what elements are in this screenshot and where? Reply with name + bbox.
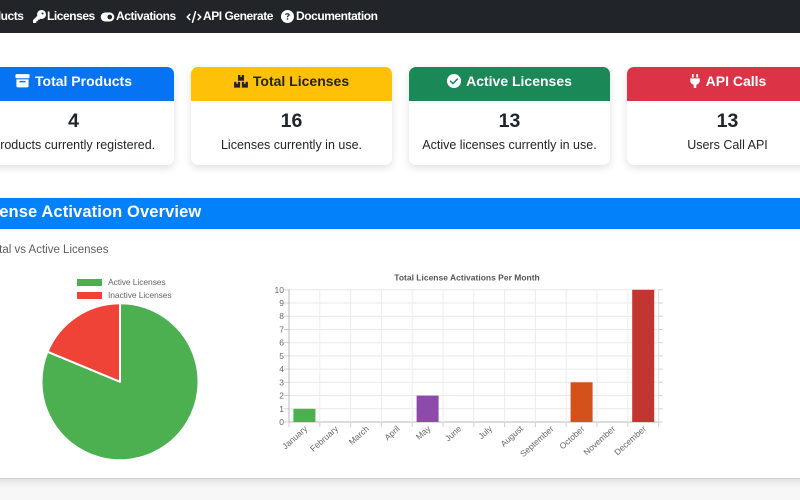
svg-text:February: February [308,423,341,454]
svg-text:May: May [414,423,433,442]
svg-text:April: April [382,423,401,442]
svg-text:Total License Activations Per: Total License Activations Per Month [394,273,539,283]
svg-text:October: October [557,423,586,451]
svg-text:4: 4 [279,364,284,374]
svg-text:November: November [581,423,617,457]
svg-text:2: 2 [279,391,284,401]
svg-text:June: June [443,423,464,443]
svg-text:5: 5 [279,351,284,361]
svg-text:1: 1 [279,404,284,414]
svg-text:8: 8 [279,311,284,321]
svg-text:7: 7 [279,325,284,335]
svg-text:0: 0 [279,417,284,427]
svg-text:December: December [612,423,648,457]
svg-text:6: 6 [279,338,284,348]
svg-text:3: 3 [279,377,284,387]
svg-text:9: 9 [279,298,284,308]
svg-text:July: July [476,423,494,441]
svg-text:10: 10 [275,285,285,295]
svg-text:September: September [518,423,556,458]
svg-text:August: August [498,423,525,449]
svg-text:January: January [280,423,310,451]
